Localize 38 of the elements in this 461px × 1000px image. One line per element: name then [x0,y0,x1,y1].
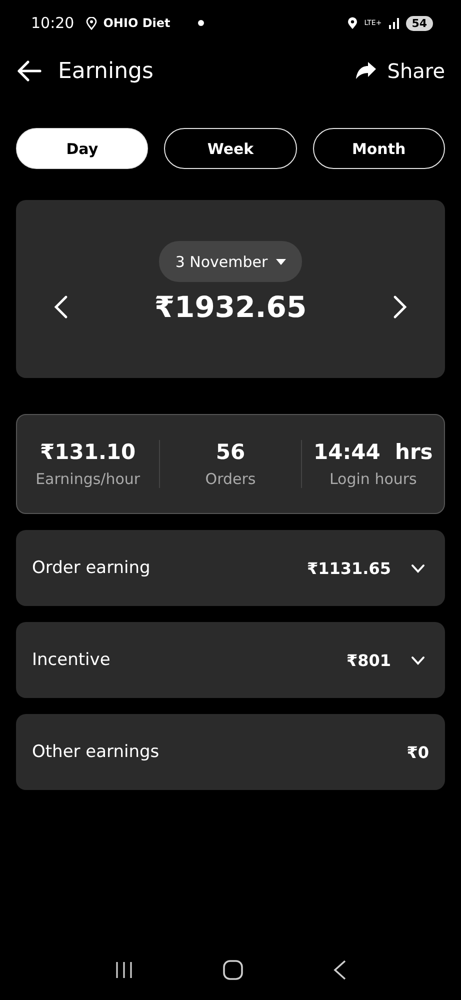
notification-text: OHIO Diet [103,16,170,30]
back-arrow-icon[interactable] [16,60,42,82]
row-label: Other earnings [32,742,160,762]
share-arrow-icon [355,61,378,81]
row-label: Order earning [32,558,150,578]
earning-row[interactable]: Incentive ₹801 [16,622,445,698]
row-amount: ₹801 [346,650,391,670]
location-pin-icon [86,16,98,30]
total-earnings: ₹1932.65 [154,290,307,324]
chevron-down-icon[interactable] [411,564,425,572]
stat-label: Login hours [329,470,417,488]
home-icon[interactable] [222,959,244,981]
caret-icon [276,258,286,264]
period-tab[interactable]: Week [164,128,297,169]
back-icon[interactable] [332,959,347,981]
page-title: Earnings [58,58,154,84]
stat-label: Orders [205,470,256,488]
period-tab[interactable]: Day [16,128,148,169]
chevron-down-icon[interactable] [411,656,425,664]
stat-value: 56 [216,440,246,464]
row-amount: ₹1131.65 [306,558,391,578]
signal-icon [388,17,400,29]
previous-icon[interactable] [54,295,68,319]
row-amount: ₹0 [406,742,429,762]
row-label: Incentive [32,650,110,670]
stat-value: 14:44 hrs [314,440,433,464]
date-dropdown[interactable]: 3 November [159,241,302,282]
stat-label: Earnings/hour [36,470,140,488]
battery-indicator: 54 [406,16,433,30]
dot-icon [198,20,204,26]
share-button[interactable]: Share [355,59,445,83]
next-icon[interactable] [392,295,407,319]
status-time: 10:20 [31,14,74,32]
recent-apps-icon[interactable] [114,961,134,979]
period-tab[interactable]: Month [312,128,445,169]
stat-value: ₹131.10 [40,440,136,464]
earning-row[interactable]: Order earning ₹1131.65 [16,530,445,606]
location-pin-icon [347,16,358,30]
